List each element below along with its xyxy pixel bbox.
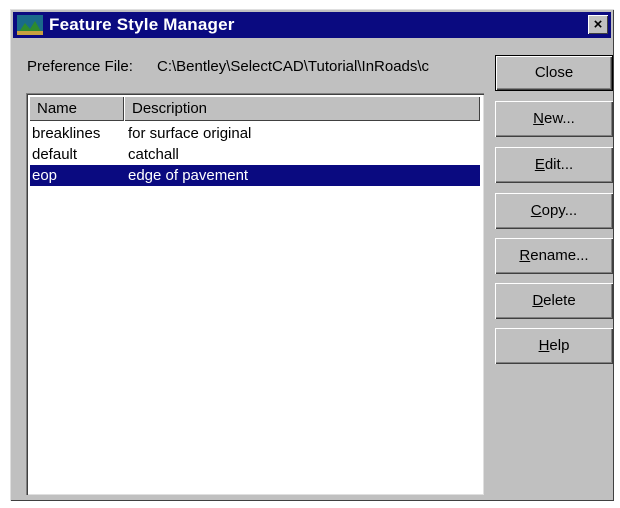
list-item[interactable]: default catchall [30, 144, 480, 165]
list-item[interactable]: breaklines for surface original [30, 123, 480, 144]
preference-file-path: C:\Bentley\SelectCAD\Tutorial\InRoads\c [157, 58, 430, 75]
list-item[interactable]: eop edge of pavement [30, 165, 480, 186]
feature-style-list[interactable]: Name Description breaklines for surface o… [26, 93, 484, 495]
list-item-name: default [32, 146, 78, 163]
new-button[interactable]: New... [495, 101, 613, 137]
copy-button[interactable]: Copy... [495, 193, 613, 229]
edit-button[interactable]: Edit... [495, 147, 613, 183]
list-item-description: catchall [128, 146, 179, 163]
app-icon [17, 15, 43, 35]
list-item-description: for surface original [128, 125, 252, 142]
close-icon[interactable]: × [588, 15, 608, 34]
preference-file-label: Preference File: [27, 58, 133, 75]
list-item-name: eop [32, 167, 58, 184]
window-title: Feature Style Manager [49, 15, 235, 34]
column-header-name[interactable]: Name [29, 96, 124, 121]
help-button[interactable]: Help [495, 328, 613, 364]
delete-button[interactable]: Delete [495, 283, 613, 319]
title-bar[interactable]: Feature Style Manager × [13, 12, 611, 38]
list-item-description: edge of pavement [128, 167, 249, 184]
column-header-description[interactable]: Description [124, 96, 480, 121]
feature-style-manager-dialog: Feature Style Manager × Preference File:… [10, 9, 614, 501]
list-item-name: breaklines [32, 125, 101, 142]
rename-button[interactable]: Rename... [495, 238, 613, 274]
close-button[interactable]: Close [495, 55, 613, 91]
